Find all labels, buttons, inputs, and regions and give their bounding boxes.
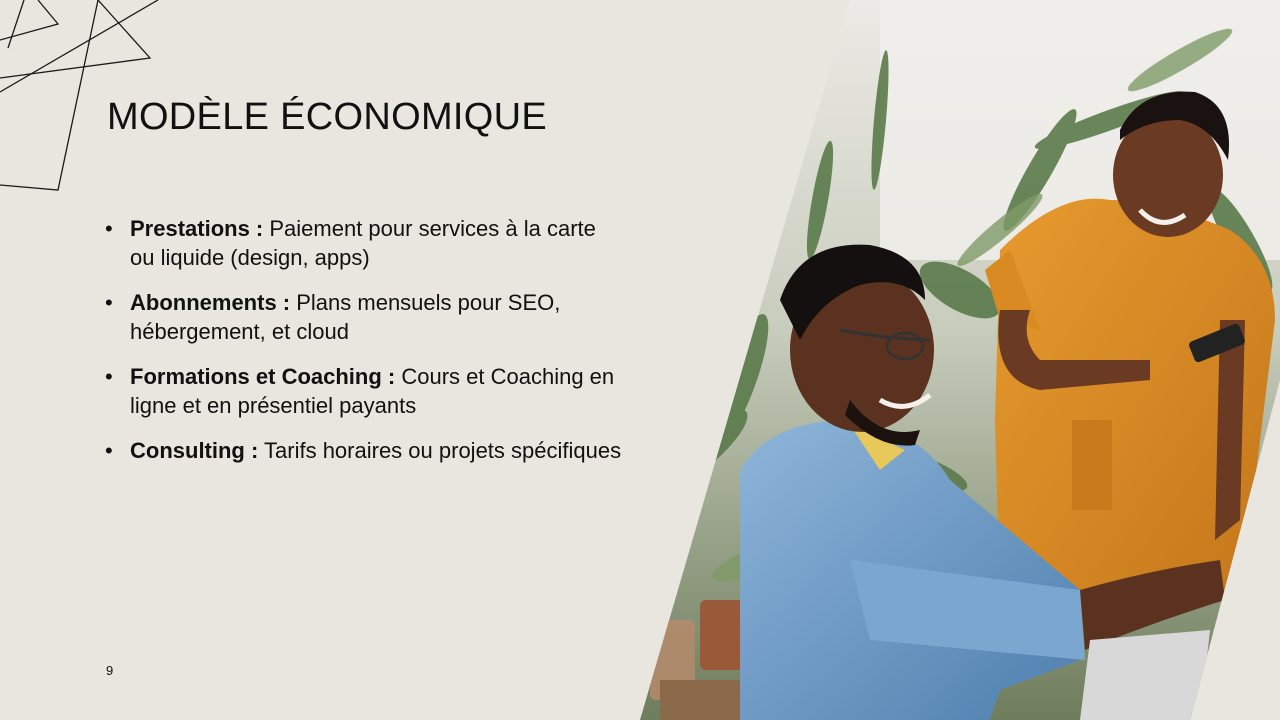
slide: MODÈLE ÉCONOMIQUE • Prestations : Paieme…	[0, 0, 1280, 720]
two-people-photo	[640, 0, 1280, 720]
page-number: 9	[106, 663, 114, 678]
